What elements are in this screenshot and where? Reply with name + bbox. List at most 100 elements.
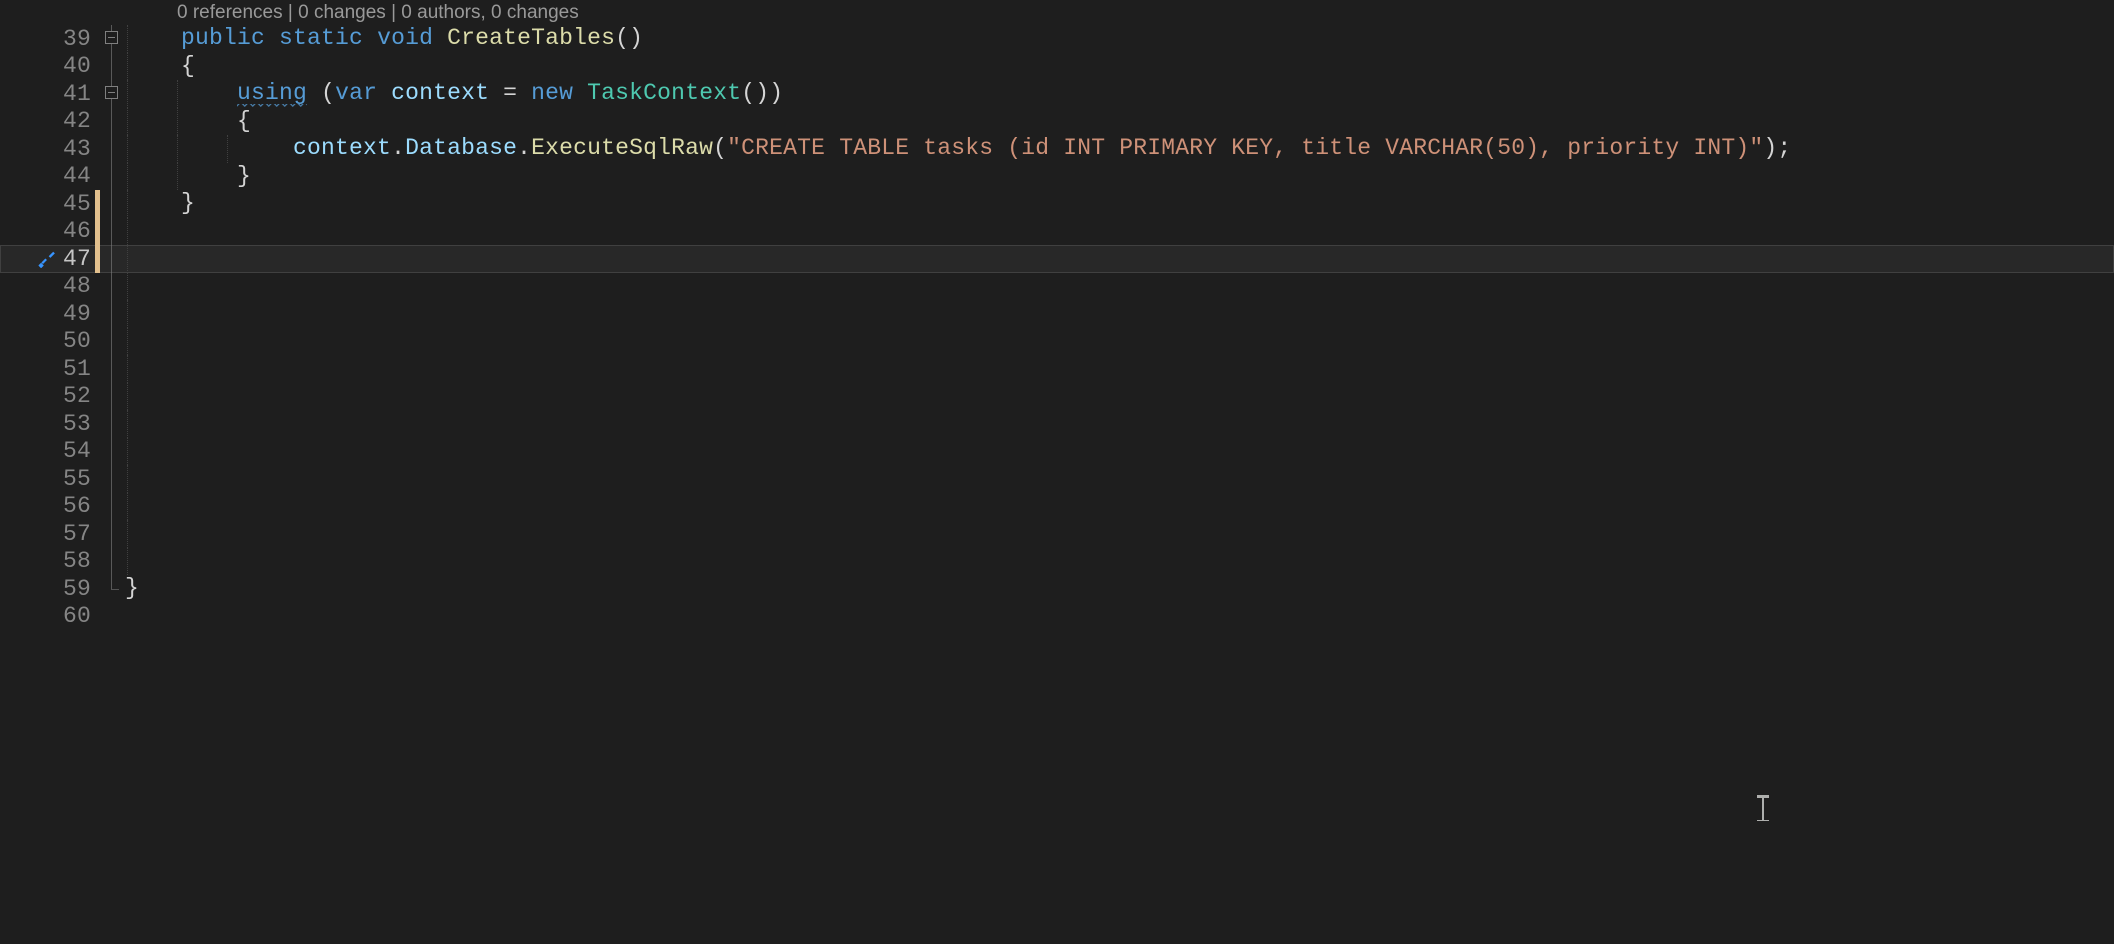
fold-gutter[interactable] bbox=[103, 25, 125, 53]
fold-gutter[interactable] bbox=[103, 163, 125, 191]
code-text[interactable]: { bbox=[125, 53, 2114, 81]
fold-gutter[interactable] bbox=[103, 383, 125, 411]
lightbulb-action-icon[interactable] bbox=[38, 249, 56, 267]
code-text[interactable] bbox=[125, 218, 2114, 246]
gutter[interactable]: 46 bbox=[0, 218, 95, 246]
line-number: 39 bbox=[63, 26, 95, 52]
gutter[interactable]: 52 bbox=[0, 383, 95, 411]
code-text[interactable] bbox=[125, 328, 2114, 356]
gutter[interactable]: 42 bbox=[0, 108, 95, 136]
code-line[interactable]: 60 bbox=[0, 603, 2114, 631]
code-line[interactable]: 58 bbox=[0, 548, 2114, 576]
fold-collapse-icon[interactable] bbox=[105, 86, 118, 99]
code-line[interactable]: 39 public static void CreateTables() bbox=[0, 25, 2114, 53]
code-line[interactable]: 49 bbox=[0, 300, 2114, 328]
code-text[interactable]: } bbox=[125, 575, 2114, 603]
code-line[interactable]: 46 bbox=[0, 218, 2114, 246]
code-line[interactable]: 45 } bbox=[0, 190, 2114, 218]
gutter[interactable]: 53 bbox=[0, 410, 95, 438]
code-text[interactable] bbox=[125, 300, 2114, 328]
code-text[interactable] bbox=[125, 465, 2114, 493]
code-line[interactable]: 52 bbox=[0, 383, 2114, 411]
gutter[interactable]: 60 bbox=[0, 603, 95, 631]
fold-collapse-icon[interactable] bbox=[105, 31, 118, 44]
code-line[interactable]: 55 bbox=[0, 465, 2114, 493]
gutter[interactable]: 44 bbox=[0, 163, 95, 191]
code-text[interactable] bbox=[125, 520, 2114, 548]
code-line[interactable]: 44 } bbox=[0, 163, 2114, 191]
code-text[interactable]: public static void CreateTables() bbox=[125, 25, 2114, 53]
code-text[interactable]: } bbox=[125, 190, 2114, 218]
code-line[interactable]: 53 bbox=[0, 410, 2114, 438]
fold-gutter[interactable] bbox=[103, 438, 125, 466]
codelens-text[interactable]: 0 references | 0 changes | 0 authors, 0 … bbox=[125, 2, 579, 24]
code-text[interactable]: using (var context = new TaskContext()) bbox=[125, 80, 2114, 108]
codelens-row[interactable]: 0 references | 0 changes | 0 authors, 0 … bbox=[0, 0, 2114, 25]
fold-gutter[interactable] bbox=[103, 575, 125, 603]
gutter[interactable]: 41 bbox=[0, 80, 95, 108]
fold-gutter[interactable] bbox=[103, 520, 125, 548]
gutter[interactable]: 50 bbox=[0, 328, 95, 356]
code-text[interactable]: { bbox=[125, 108, 2114, 136]
code-line[interactable]: 47 bbox=[0, 245, 2114, 273]
code-text[interactable] bbox=[125, 548, 2114, 576]
fold-gutter[interactable] bbox=[103, 80, 125, 108]
code-text[interactable]: context.Database.ExecuteSqlRaw("CREATE T… bbox=[125, 135, 2114, 163]
fold-gutter[interactable] bbox=[103, 548, 125, 576]
gutter[interactable]: 55 bbox=[0, 465, 95, 493]
code-text[interactable] bbox=[125, 603, 2114, 631]
gutter[interactable]: 43 bbox=[0, 135, 95, 163]
gutter[interactable]: 59 bbox=[0, 575, 95, 603]
fold-gutter[interactable] bbox=[103, 135, 125, 163]
fold-gutter[interactable] bbox=[103, 603, 125, 631]
code-line[interactable]: 50 bbox=[0, 328, 2114, 356]
gutter[interactable]: 45 bbox=[0, 190, 95, 218]
gutter[interactable]: 49 bbox=[0, 300, 95, 328]
code-line[interactable]: 56 bbox=[0, 493, 2114, 521]
gutter[interactable]: 57 bbox=[0, 520, 95, 548]
code-line[interactable]: 48 bbox=[0, 273, 2114, 301]
code-text[interactable] bbox=[125, 273, 2114, 301]
change-indicator-col bbox=[95, 548, 103, 576]
code-line[interactable]: 43 context.Database.ExecuteSqlRaw("CREAT… bbox=[0, 135, 2114, 163]
gutter[interactable]: 51 bbox=[0, 355, 95, 383]
gutter[interactable]: 58 bbox=[0, 548, 95, 576]
gutter[interactable]: 40 bbox=[0, 53, 95, 81]
gutter[interactable]: 47 bbox=[0, 245, 95, 273]
fold-gutter[interactable] bbox=[103, 410, 125, 438]
code-text[interactable] bbox=[125, 245, 2114, 273]
indent-guide bbox=[127, 273, 128, 301]
code-editor[interactable]: 0 references | 0 changes | 0 authors, 0 … bbox=[0, 0, 2114, 944]
fold-gutter[interactable] bbox=[103, 273, 125, 301]
code-text[interactable] bbox=[125, 355, 2114, 383]
code-line[interactable]: 57 bbox=[0, 520, 2114, 548]
gutter[interactable]: 54 bbox=[0, 438, 95, 466]
line-number: 53 bbox=[63, 411, 95, 437]
code-line[interactable]: 51 bbox=[0, 355, 2114, 383]
code-line[interactable]: 40 { bbox=[0, 53, 2114, 81]
fold-gutter[interactable] bbox=[103, 328, 125, 356]
gutter[interactable]: 48 bbox=[0, 273, 95, 301]
code-text[interactable]: } bbox=[125, 163, 2114, 191]
code-line[interactable]: 41 using (var context = new TaskContext(… bbox=[0, 80, 2114, 108]
fold-gutter[interactable] bbox=[103, 53, 125, 81]
code-text[interactable] bbox=[125, 438, 2114, 466]
line-number: 40 bbox=[63, 53, 95, 79]
fold-gutter[interactable] bbox=[103, 300, 125, 328]
code-text[interactable] bbox=[125, 383, 2114, 411]
fold-gutter[interactable] bbox=[103, 493, 125, 521]
gutter[interactable]: 39 bbox=[0, 25, 95, 53]
gutter[interactable]: 56 bbox=[0, 493, 95, 521]
code-tokens: { bbox=[125, 108, 251, 134]
code-text[interactable] bbox=[125, 493, 2114, 521]
code-line[interactable]: 59} bbox=[0, 575, 2114, 603]
fold-gutter[interactable] bbox=[103, 355, 125, 383]
code-text[interactable] bbox=[125, 410, 2114, 438]
code-line[interactable]: 42 { bbox=[0, 108, 2114, 136]
fold-gutter[interactable] bbox=[103, 190, 125, 218]
fold-gutter[interactable] bbox=[103, 108, 125, 136]
fold-gutter[interactable] bbox=[103, 245, 125, 273]
code-line[interactable]: 54 bbox=[0, 438, 2114, 466]
fold-gutter[interactable] bbox=[103, 465, 125, 493]
fold-gutter[interactable] bbox=[103, 218, 125, 246]
